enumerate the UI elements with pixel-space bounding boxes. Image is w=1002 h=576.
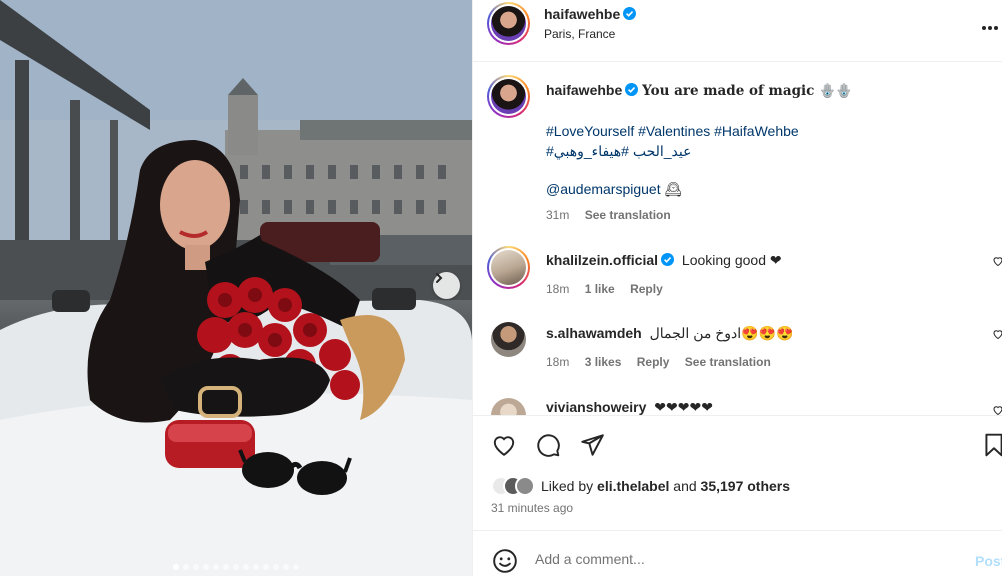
post-header: haifawehbe Paris, France [473,0,1002,62]
comments-list[interactable]: haifawehbe You are made of magic 🪬🪬 #Lov… [473,63,1002,415]
comment-item: s.alhawamdeh ادوخ من الجمال😍😍😍 18m 3 lik… [473,316,1002,386]
heart-icon[interactable] [992,255,1002,267]
caption-avatar[interactable] [487,75,530,118]
comment-item: khalilzein.official Looking good ❤ 18m 1… [473,243,1002,313]
smiley-icon[interactable] [492,548,518,574]
post-comment-button[interactable]: Post [975,553,1002,569]
comment-likes[interactable]: 3 likes [585,355,622,369]
verified-badge-icon [661,253,675,266]
liked-by-avatars[interactable] [491,476,535,496]
caption-hashtags[interactable]: #LoveYourself #Valentines #HaifaWehbe [546,122,799,141]
heart-icon[interactable] [992,404,1002,415]
carousel-dot [193,564,199,570]
liked-by-others[interactable]: 35,197 others [701,478,791,494]
bookmark-icon[interactable] [981,432,1002,458]
comment-avatar[interactable] [487,246,530,289]
caption-headline: You are made of magic 🪬🪬 [642,83,853,99]
post-detail-panel: haifawehbe Paris, France haifawehbe You … [472,0,1002,576]
caption-see-translation[interactable]: See translation [585,208,671,222]
comment-username[interactable]: vivianshoweiry [546,399,646,415]
post-time-ago[interactable]: 31 minutes ago [491,501,573,515]
avatar [515,476,535,496]
heart-icon[interactable] [992,328,1002,340]
comment-reply-button[interactable]: Reply [637,355,670,369]
carousel-dot [173,564,179,570]
comment-icon[interactable] [535,432,561,458]
carousel-dot [213,564,219,570]
comment-item: vivianshoweiry ❤❤❤❤❤ [473,390,1002,415]
post-photo[interactable] [0,0,472,576]
comment-avatar[interactable] [491,398,526,415]
carousel-dot [263,564,269,570]
comment-time[interactable]: 18m [546,355,569,369]
comment-input[interactable] [535,551,965,567]
comment-likes[interactable]: 1 like [585,282,615,296]
author-username[interactable]: haifawehbe [544,6,620,22]
heart-icon[interactable] [491,432,517,458]
caption-username[interactable]: haifawehbe [546,82,622,98]
caption-mention-suffix: 🕰 [664,181,683,197]
carousel-dot [203,564,209,570]
carousel-dot [183,564,189,570]
add-comment-bar: Post [473,530,1002,576]
caption-block: haifawehbe You are made of magic 🪬🪬 #Lov… [473,63,1002,233]
chevron-right-icon [436,273,443,283]
carousel-dot [253,564,259,570]
carousel-dot [243,564,249,570]
carousel-dot [273,564,279,570]
carousel-indicator [0,564,472,570]
liked-by-connector: and [673,478,697,494]
caption-mention[interactable]: @audemarspiguet [546,181,661,197]
comment-username[interactable]: s.alhawamdeh [546,325,642,341]
photo-illustration [0,0,472,576]
carousel-dot [283,564,289,570]
comment-text: ❤❤❤❤❤ [654,399,713,415]
caption-time[interactable]: 31m [546,208,569,222]
verified-badge-icon [623,7,637,20]
comment-avatar[interactable] [491,322,526,357]
carousel-dot [223,564,229,570]
comment-see-translation[interactable]: See translation [685,355,771,369]
author-avatar[interactable] [487,2,530,45]
carousel-dot [293,564,299,570]
carousel-next-button[interactable] [433,272,460,299]
comment-username[interactable]: khalilzein.official [546,252,658,268]
caption-hashtags-arabic[interactable]: #عيد_الحب #هيفاء_وهبي [546,142,692,161]
comment-reply-button[interactable]: Reply [630,282,663,296]
liked-by-prefix: Liked by [541,478,594,494]
post-location[interactable]: Paris, France [544,27,615,41]
paper-plane-icon[interactable] [579,432,605,458]
comment-time[interactable]: 18m [546,282,569,296]
comment-text: ادوخ من الجمال😍😍😍 [649,325,794,341]
liked-by-user[interactable]: eli.thelabel [597,478,669,494]
comment-text: Looking good ❤ [681,252,782,268]
carousel-dot [233,564,239,570]
more-dots-icon [982,26,998,30]
more-options-button[interactable] [981,14,999,37]
liked-by-summary: Liked by eli.thelabel and 35,197 others [491,476,790,496]
post-actions: Liked by eli.thelabel and 35,197 others … [473,415,1002,530]
verified-badge-icon [625,83,639,96]
